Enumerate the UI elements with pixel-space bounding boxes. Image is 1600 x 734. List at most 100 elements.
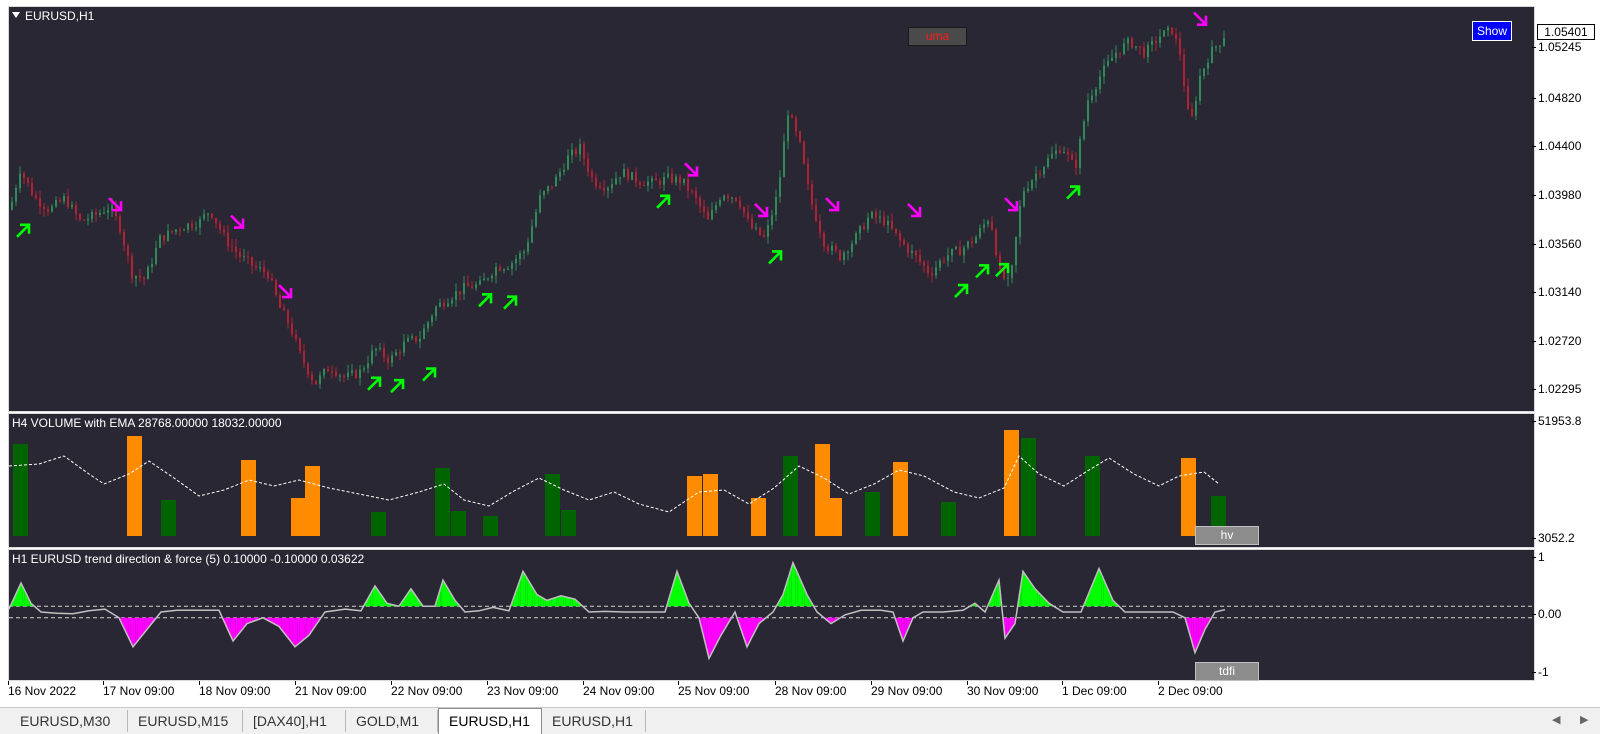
time-label: 16 Nov 2022 <box>8 681 77 698</box>
candle-body <box>939 260 941 268</box>
candle-body <box>1015 236 1017 266</box>
candle-body <box>563 169 565 172</box>
candle-body <box>227 232 229 247</box>
trend-force-line <box>9 560 1226 661</box>
candle-body <box>267 272 269 279</box>
candle-body <box>615 178 617 185</box>
trend-down-area <box>135 617 138 644</box>
symbol-title: EURUSD,H1 <box>12 9 94 23</box>
symbol-label: EURUSD,H1 <box>25 9 95 23</box>
uma-button[interactable]: uma <box>908 27 967 46</box>
candle-body <box>991 221 993 230</box>
candle-body <box>171 230 173 232</box>
buy-arrow-icon <box>768 250 783 265</box>
show-button[interactable]: Show <box>1472 21 1512 41</box>
candle-body <box>223 229 225 233</box>
time-label: 21 Nov 09:00 <box>295 681 367 698</box>
candle-body <box>471 286 473 289</box>
chart-window[interactable]: EURUSD,H1 H4 VOLUME with EMA 28768.00000… <box>0 0 1600 707</box>
candle-body <box>539 195 541 213</box>
candle-body <box>219 223 221 230</box>
candle-body <box>43 206 45 210</box>
tab-dax40-h1[interactable]: [DAX40],H1 <box>243 710 346 732</box>
candle-body <box>639 182 641 186</box>
candle-body <box>239 251 241 257</box>
volume-bar <box>703 474 718 536</box>
tab-eurusd-h1[interactable]: EURUSD,H1 <box>542 710 646 732</box>
candle-body <box>755 227 757 229</box>
candle-body <box>1039 173 1041 175</box>
chart-tab-bar[interactable]: EURUSD,M30 EURUSD,M15 [DAX40],H1 GOLD,M1… <box>0 707 1600 734</box>
candle-body <box>911 250 913 253</box>
volume-bar <box>483 516 498 536</box>
candle-body <box>331 371 333 373</box>
trend-force-title: H1 EURUSD trend direction & force (5) 0.… <box>12 552 365 566</box>
volume-bar <box>435 468 450 536</box>
tab-eurusd-h1-active[interactable]: EURUSD,H1 <box>438 708 542 734</box>
candle-body <box>1123 43 1125 54</box>
candle-body <box>159 235 161 248</box>
candle-body <box>19 173 21 189</box>
candle-body <box>183 229 185 231</box>
candle-body <box>1107 60 1109 66</box>
buy-arrow-icon <box>975 264 990 279</box>
candle-body <box>607 188 609 191</box>
scroll-right-icon[interactable]: ▶ <box>1580 713 1588 726</box>
volume-bar <box>13 444 28 536</box>
candle-body <box>255 265 257 268</box>
hv-button[interactable]: hv <box>1195 526 1259 545</box>
buy-arrow-icon <box>995 262 1010 278</box>
candle-body <box>95 211 97 215</box>
tab-eurusd-m15[interactable]: EURUSD,M15 <box>128 710 243 732</box>
dropdown-triangle-icon[interactable] <box>12 12 20 18</box>
candle-body <box>1219 45 1221 47</box>
trend-up-area <box>523 571 526 607</box>
candlestick-chart[interactable] <box>9 7 1535 412</box>
volume-bar <box>161 500 176 536</box>
candle-body <box>891 220 893 229</box>
candle-body <box>1007 277 1009 279</box>
buy-arrow-icon <box>422 367 437 382</box>
candle-body <box>495 267 497 276</box>
candle-body <box>1075 159 1077 168</box>
price-scale[interactable]: 1.05401 1.05245 1.04820 1.04400 1.03980 … <box>1531 0 1600 681</box>
candle-body <box>687 178 689 191</box>
candle-body <box>547 186 549 192</box>
time-label: 25 Nov 09:00 <box>678 681 750 698</box>
trend-up-area <box>793 562 796 607</box>
candle-body <box>919 255 921 262</box>
candle-body <box>975 237 977 244</box>
candle-body <box>619 177 621 179</box>
candle-body <box>1135 46 1137 48</box>
candle-body <box>1163 30 1165 37</box>
trend-down-area <box>133 617 136 647</box>
candle-body <box>243 256 245 258</box>
tdfi-button[interactable]: tdfi <box>1195 662 1259 681</box>
candle-body <box>731 197 733 199</box>
trend-force-pane[interactable]: H1 EURUSD trend direction & force (5) 0.… <box>8 549 1535 681</box>
price-pane[interactable]: EURUSD,H1 <box>8 6 1535 412</box>
trend-up-area <box>568 597 571 607</box>
volume-pane[interactable]: H4 VOLUME with EMA 28768.00000 18032.000… <box>8 413 1535 548</box>
candle-body <box>551 186 553 188</box>
candle-body <box>671 173 673 183</box>
candle-body <box>347 372 349 378</box>
scroll-left-icon[interactable]: ◀ <box>1552 713 1560 726</box>
time-label: 22 Nov 09:00 <box>391 681 463 698</box>
time-axis[interactable]: 16 Nov 2022 17 Nov 09:00 18 Nov 09:00 21… <box>0 681 1536 707</box>
candle-body <box>167 230 169 241</box>
candle-body <box>419 338 421 342</box>
candle-body <box>435 306 437 317</box>
candle-body <box>879 216 881 218</box>
tab-eurusd-m30[interactable]: EURUSD,M30 <box>10 710 128 732</box>
time-label: 17 Nov 09:00 <box>103 681 175 698</box>
candle-body <box>399 352 401 354</box>
candle-body <box>959 246 961 256</box>
tab-gold-m1[interactable]: GOLD,M1 <box>346 710 438 732</box>
buy-arrow-icon <box>478 293 493 308</box>
candle-body <box>155 247 157 264</box>
candle-body <box>1187 85 1189 110</box>
trend-down-area <box>302 617 305 641</box>
candle-body <box>1027 188 1029 192</box>
candle-body <box>63 196 65 202</box>
